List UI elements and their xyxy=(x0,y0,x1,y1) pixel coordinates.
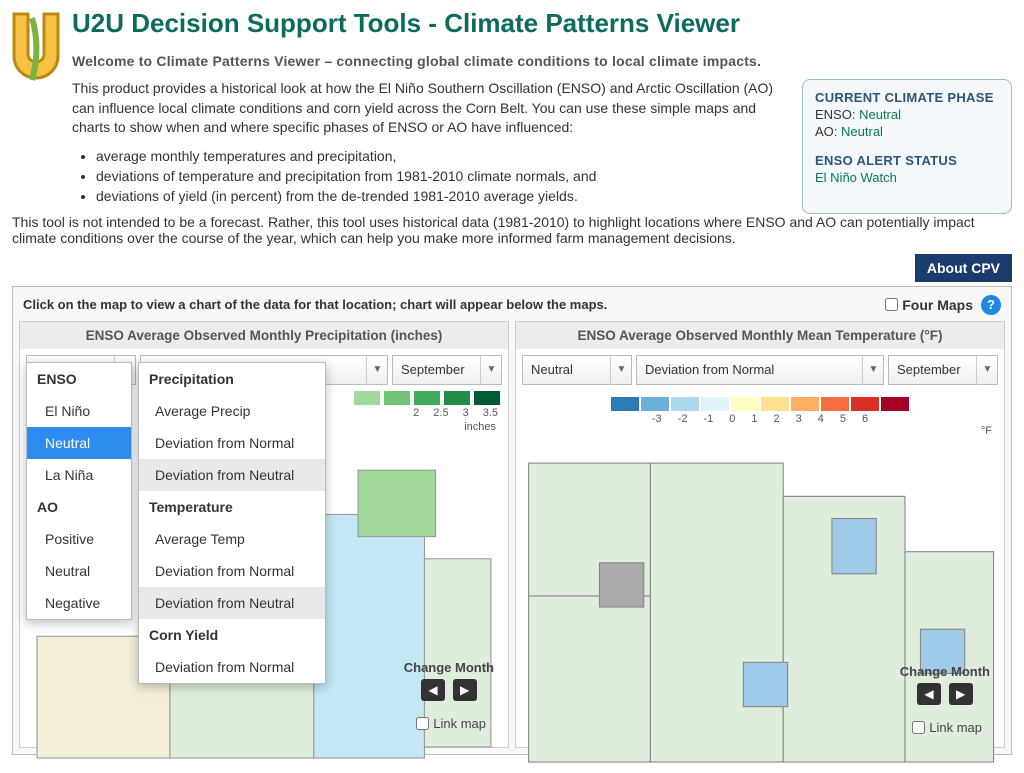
phase-option[interactable]: Positive xyxy=(27,523,131,555)
phase-title: CURRENT CLIMATE PHASE xyxy=(815,90,999,105)
panel-temp-title: ENSO Average Observed Monthly Mean Tempe… xyxy=(516,322,1004,349)
var-group-temp: Temperature xyxy=(139,491,325,523)
var-option[interactable]: Deviation from Neutral xyxy=(139,459,325,491)
legend-tick: -1 xyxy=(703,413,713,425)
var-option[interactable]: Deviation from Neutral xyxy=(139,587,325,619)
month-select[interactable]: September ▼ xyxy=(392,355,502,385)
legend-tick: 4 xyxy=(818,413,824,425)
link-map-checkbox[interactable] xyxy=(912,721,925,734)
prev-month-button[interactable]: ◀ xyxy=(917,683,941,705)
change-month-label: Change Month xyxy=(900,664,990,679)
link-map-toggle[interactable]: Link map xyxy=(416,716,486,731)
welcome-text: Welcome to Climate Patterns Viewer – con… xyxy=(72,53,1012,69)
phase-option[interactable]: Negative xyxy=(27,587,131,619)
four-maps-toggle[interactable]: Four Maps xyxy=(885,297,973,313)
intro-bullet: average monthly temperatures and precipi… xyxy=(96,148,786,164)
alert-value-link[interactable]: El Niño Watch xyxy=(815,170,897,185)
u2u-logo xyxy=(8,10,64,90)
phase-option[interactable]: El Niño xyxy=(27,395,131,427)
prev-month-button[interactable]: ◀ xyxy=(421,679,445,701)
month-select-button[interactable]: September xyxy=(888,355,998,385)
phase-option[interactable]: La Niña xyxy=(27,459,131,491)
var-option[interactable]: Deviation from Normal xyxy=(139,651,325,683)
panel-precip: ENSO Average Observed Monthly Precipitat… xyxy=(19,321,509,748)
ao-value-link[interactable]: Neutral xyxy=(841,124,883,139)
variable-dropdown: Precipitation Average Precip Deviation f… xyxy=(138,362,326,684)
phase-option-selected[interactable]: Neutral xyxy=(27,427,131,459)
map-instruction: Click on the map to view a chart of the … xyxy=(23,297,877,312)
alert-title: ENSO ALERT STATUS xyxy=(815,153,999,168)
intro-p2: This tool is not intended to be a foreca… xyxy=(12,214,1012,246)
legend-tick: 3.5 xyxy=(483,407,498,419)
next-month-button[interactable]: ▶ xyxy=(453,679,477,701)
intro-block: This product provides a historical look … xyxy=(72,79,786,214)
dropdown-group-ao: AO xyxy=(27,491,131,523)
link-map-label: Link map xyxy=(433,716,486,731)
link-map-checkbox[interactable] xyxy=(416,717,429,730)
four-maps-label: Four Maps xyxy=(902,297,973,313)
legend-tick: 2.5 xyxy=(433,407,448,419)
variable-select-button[interactable]: Deviation from Normal xyxy=(636,355,884,385)
legend-tick: 0 xyxy=(729,413,735,425)
var-option[interactable]: Average Precip xyxy=(139,395,325,427)
panel-precip-title: ENSO Average Observed Monthly Precipitat… xyxy=(20,322,508,349)
variable-select[interactable]: Deviation from Normal ▼ xyxy=(636,355,884,385)
legend-tick: 5 xyxy=(840,413,846,425)
intro-bullet: deviations of yield (in percent) from th… xyxy=(96,188,786,204)
temp-legend xyxy=(516,391,1004,413)
change-month-label: Change Month xyxy=(404,660,494,675)
enso-value-link[interactable]: Neutral xyxy=(859,107,901,122)
legend-tick: 3 xyxy=(796,413,802,425)
month-select[interactable]: September ▼ xyxy=(888,355,998,385)
intro-bullet: deviations of temperature and precipitat… xyxy=(96,168,786,184)
legend-tick: 6 xyxy=(862,413,868,425)
legend-tick: 1 xyxy=(751,413,757,425)
link-map-toggle[interactable]: Link map xyxy=(912,720,982,735)
enso-label: ENSO: xyxy=(815,107,855,122)
next-month-button[interactable]: ▶ xyxy=(949,683,973,705)
var-option[interactable]: Deviation from Normal xyxy=(139,427,325,459)
phase-option[interactable]: Neutral xyxy=(27,555,131,587)
legend-tick: -3 xyxy=(652,413,662,425)
ao-label: AO: xyxy=(815,124,837,139)
var-option[interactable]: Average Temp xyxy=(139,523,325,555)
var-group-yield: Corn Yield xyxy=(139,619,325,651)
panel-temp: ENSO Average Observed Monthly Mean Tempe… xyxy=(515,321,1005,748)
phase-select[interactable]: Neutral ▼ xyxy=(522,355,632,385)
change-month-block: Change Month ◀ ▶ xyxy=(404,660,494,701)
page-title: U2U Decision Support Tools - Climate Pat… xyxy=(72,8,1012,39)
legend-tick: 3 xyxy=(463,407,469,419)
link-map-label: Link map xyxy=(929,720,982,735)
legend-tick: 2 xyxy=(773,413,779,425)
dropdown-group-enso: ENSO xyxy=(27,363,131,395)
intro-p1: This product provides a historical look … xyxy=(72,79,786,138)
phase-select-button[interactable]: Neutral xyxy=(522,355,632,385)
legend-unit: °F xyxy=(516,425,1004,437)
var-option[interactable]: Deviation from Normal xyxy=(139,555,325,587)
four-maps-checkbox[interactable] xyxy=(885,298,898,311)
month-select-button[interactable]: September xyxy=(392,355,502,385)
about-cpv-button[interactable]: About CPV xyxy=(915,254,1012,282)
current-phase-box: CURRENT CLIMATE PHASE ENSO: Neutral AO: … xyxy=(802,79,1012,214)
var-group-precip: Precipitation xyxy=(139,363,325,395)
legend-tick: -2 xyxy=(678,413,688,425)
temp-map[interactable]: Change Month ◀ ▶ Link map xyxy=(522,441,998,741)
legend-tick: 2 xyxy=(413,407,419,419)
change-month-block: Change Month ◀ ▶ xyxy=(900,664,990,705)
help-icon[interactable]: ? xyxy=(981,295,1001,315)
phase-dropdown: ENSO El Niño Neutral La Niña AO Positive… xyxy=(26,362,132,620)
maps-card: Click on the map to view a chart of the … xyxy=(12,286,1012,755)
